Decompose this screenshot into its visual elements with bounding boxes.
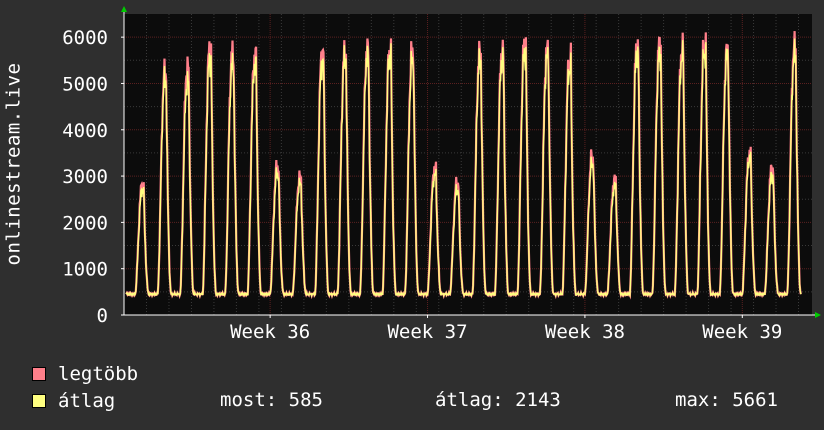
x-tick-label: Week 37: [387, 321, 467, 340]
x-axis-arrow: [815, 312, 821, 318]
x-axis-ticks: Week 36 Week 37 Week 38 Week 39: [230, 315, 782, 340]
stat-now: most: 585: [220, 389, 323, 411]
y-axis-label-text: onlinestream.live: [2, 62, 24, 266]
traffic-chart: 0 1000 2000 3000 4000 5000 6000 Week 36 Week 37…: [62, 6, 821, 340]
stat-avg-label: átlag:: [435, 389, 504, 411]
y-axis-arrow: [121, 6, 127, 12]
stat-max: max: 5661: [675, 389, 778, 411]
x-tick-label: Week 38: [545, 321, 625, 340]
legend-label-avg: átlag: [58, 390, 116, 412]
stat-avg-value: 2143: [515, 389, 561, 411]
y-tick-label: 6000: [62, 27, 108, 49]
x-tick-label: Week 39: [702, 321, 782, 340]
legend-swatch-max: [32, 367, 46, 381]
stat-avg: átlag: 2143: [435, 389, 561, 411]
y-tick-label: 3000: [62, 166, 108, 188]
y-tick-label: 1000: [62, 259, 108, 281]
y-axis-ticks: 0 1000 2000 3000 4000 5000 6000: [62, 27, 124, 327]
stat-now-label: most:: [220, 389, 278, 411]
legend-swatch-avg: [32, 394, 46, 408]
y-tick-label: 0: [97, 305, 108, 327]
x-tick-label: Week 36: [230, 321, 310, 340]
y-tick-label: 4000: [62, 120, 108, 142]
legend-item-max: legtöbb: [32, 362, 138, 386]
y-tick-label: 5000: [62, 73, 108, 95]
stat-max-label: max:: [675, 389, 721, 411]
legend-label-max: legtöbb: [58, 363, 139, 385]
stat-max-value: 5661: [732, 389, 778, 411]
stat-now-value: 585: [288, 389, 323, 411]
legend-item-avg: átlag: [32, 389, 115, 413]
y-axis-label: onlinestream.live: [0, 14, 26, 314]
y-tick-label: 2000: [62, 212, 108, 234]
